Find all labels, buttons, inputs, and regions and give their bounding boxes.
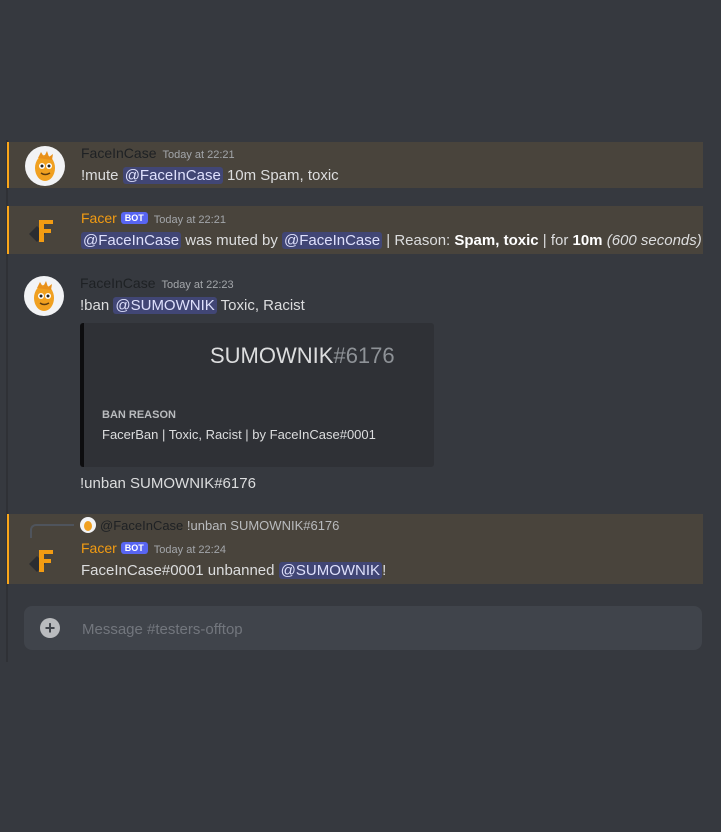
timestamp: Today at 22:21 xyxy=(153,214,226,226)
content-text: 10m Spam, toxic xyxy=(222,167,339,184)
user-mention[interactable]: @FaceInCase xyxy=(81,232,182,249)
author-name[interactable]: FaceInCase xyxy=(81,145,156,161)
reply-connector xyxy=(30,524,74,538)
reply-text[interactable]: !unban SUMOWNIK#6176 xyxy=(187,518,339,533)
bot-tag: BOT xyxy=(120,212,148,224)
content-text: | Reason: xyxy=(382,232,455,249)
orange-mascot-icon xyxy=(35,151,55,181)
content-text: Toxic, Racist xyxy=(216,297,305,314)
message-header: Facer BOT Today at 22:24 xyxy=(81,540,226,556)
embed-username: SUMOWNIK xyxy=(210,343,334,368)
user-mention[interactable]: @FaceInCase xyxy=(122,167,223,184)
reply-avatar xyxy=(80,517,96,533)
facer-logo-icon xyxy=(29,220,53,242)
message-header: FaceInCase Today at 22:23 xyxy=(80,275,234,291)
seconds-text: (600 seconds) xyxy=(602,232,702,249)
message-content: !mute @FaceInCase 10m Spam, toxic xyxy=(81,167,339,184)
user-mention[interactable]: @FaceInCase xyxy=(282,232,383,249)
avatar[interactable] xyxy=(24,276,64,316)
message-header: FaceInCase Today at 22:21 xyxy=(81,145,235,161)
avatar[interactable] xyxy=(25,146,65,186)
followup-message: !unban SUMOWNIK#6176 xyxy=(80,475,256,492)
author-name[interactable]: FaceInCase xyxy=(80,275,155,291)
message-2[interactable]: Facer BOT Today at 22:21 @FaceInCase was m… xyxy=(7,206,703,254)
duration-text: 10m xyxy=(572,232,603,249)
message-content: @FaceInCase was muted by @FaceInCase | R… xyxy=(81,232,702,249)
avatar[interactable] xyxy=(25,210,65,250)
avatar[interactable] xyxy=(25,540,65,580)
message-content: !ban @SUMOWNIK Toxic, Racist xyxy=(80,297,305,314)
message-1[interactable]: FaceInCase Today at 22:21 !mute @FaceInCa… xyxy=(7,142,703,188)
embed-discriminator: #6176 xyxy=(333,343,395,368)
reply-author[interactable]: @FaceInCase xyxy=(100,518,183,533)
content-text: | for xyxy=(538,232,573,249)
ban-embed: SUMOWNIK#6176 BAN REASON FacerBan | Toxi… xyxy=(80,323,434,467)
embed-field-name: BAN REASON xyxy=(102,409,176,421)
content-text: was muted by xyxy=(181,232,282,249)
message-composer: + xyxy=(24,606,702,652)
timestamp: Today at 22:21 xyxy=(162,149,235,161)
reply-preview[interactable]: @FaceInCase !unban SUMOWNIK#6176 xyxy=(80,517,339,533)
embed-field-value: FacerBan | Toxic, Racist | by FaceInCase… xyxy=(102,427,376,442)
timestamp: Today at 22:24 xyxy=(153,544,226,556)
content-text: FaceInCase#0001 unbanned xyxy=(81,562,279,579)
user-mention[interactable]: @SUMOWNIK xyxy=(113,297,217,314)
author-name[interactable]: Facer xyxy=(81,540,117,556)
message-content: FaceInCase#0001 unbanned @SUMOWNIK! xyxy=(81,562,386,579)
timestamp: Today at 22:23 xyxy=(161,279,234,291)
embed-title: SUMOWNIK#6176 xyxy=(210,343,395,369)
orange-mascot-icon xyxy=(34,281,54,311)
message-input[interactable] xyxy=(80,606,684,652)
content-text: !ban xyxy=(80,297,114,314)
facer-logo-icon xyxy=(29,550,53,572)
content-text: !mute xyxy=(81,167,123,184)
bot-tag: BOT xyxy=(120,542,148,554)
message-header: Facer BOT Today at 22:21 xyxy=(81,210,226,226)
add-attachment-icon[interactable]: + xyxy=(40,618,60,638)
reason-text: Spam, toxic xyxy=(454,232,539,249)
orange-mascot-icon xyxy=(84,521,92,531)
content-text: ! xyxy=(382,562,387,579)
author-name[interactable]: Facer xyxy=(81,210,117,226)
user-mention[interactable]: @SUMOWNIK xyxy=(278,562,383,579)
